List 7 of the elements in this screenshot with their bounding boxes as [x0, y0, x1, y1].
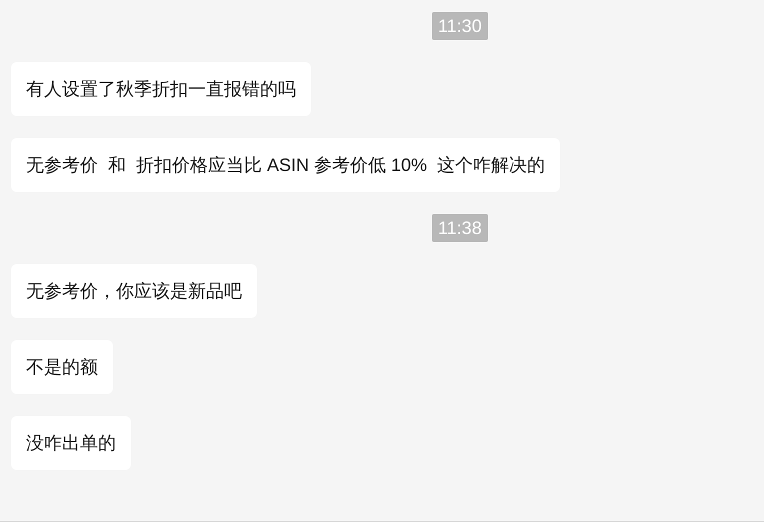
message-bubble: 不是的额 [11, 340, 113, 394]
message-bubble: 没咋出单的 [11, 416, 131, 470]
timestamp: 11:30 [432, 12, 488, 40]
message-bubble: 有人设置了秋季折扣一直报错的吗 [11, 62, 311, 116]
timestamp: 11:38 [432, 214, 488, 242]
message-bubble: 无参考价 和 折扣价格应当比 ASIN 参考价低 10% 这个咋解决的 [11, 138, 560, 192]
message-bubble: 无参考价，你应该是新品吧 [11, 264, 257, 318]
